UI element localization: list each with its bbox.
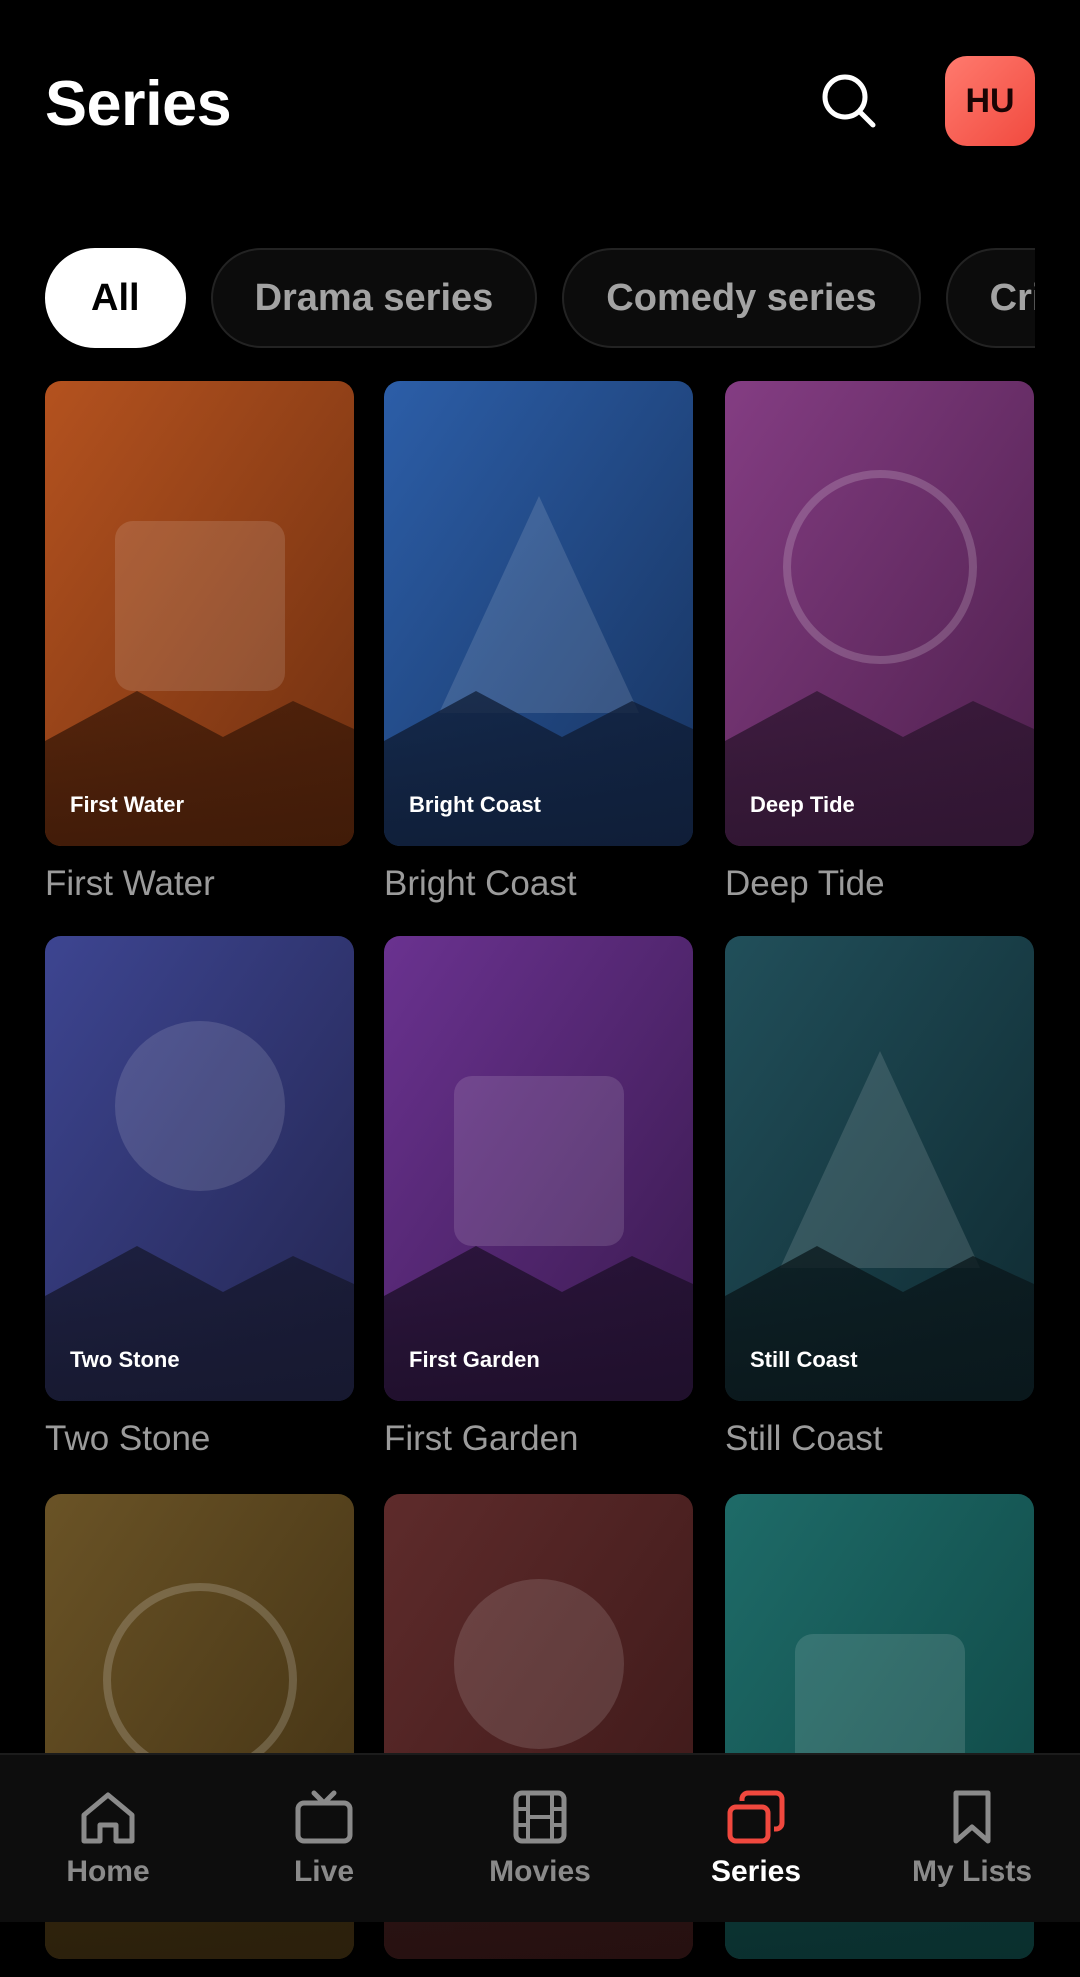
avatar[interactable]: HU <box>945 56 1035 146</box>
series-card[interactable]: Two Stone Two Stone <box>45 936 354 1459</box>
poster-title: Two Stone <box>70 1347 180 1372</box>
chip-crime[interactable]: Crime series <box>945 248 1035 348</box>
tab-label: Series <box>710 1855 802 1888</box>
series-card[interactable]: Still Coast Still Coast <box>725 936 1034 1459</box>
tab-my-lists[interactable]: My Lists <box>864 1755 1080 1922</box>
series-title: Still Coast <box>725 1419 883 1458</box>
tab-movies[interactable]: Movies <box>432 1755 648 1922</box>
header: Series HU <box>0 0 1080 210</box>
search-icon <box>822 74 876 128</box>
category-chips: All Drama series Comedy series Crime ser… <box>45 248 1035 352</box>
series-poster: Two Stone <box>45 936 354 1401</box>
poster-title: Still Coast <box>750 1347 858 1372</box>
series-card[interactable]: First Water First Water <box>45 381 354 904</box>
bottom-nav: Home Live Movies Series My Lists <box>0 1753 1080 1922</box>
search-button[interactable] <box>818 70 882 134</box>
tab-series[interactable]: Series <box>648 1755 864 1922</box>
tab-label: Live <box>293 1855 355 1888</box>
home-icon <box>81 1792 135 1844</box>
tv-icon <box>295 1790 353 1844</box>
poster-title: Bright Coast <box>409 792 541 817</box>
film-icon <box>513 1790 567 1844</box>
tab-live[interactable]: Live <box>216 1755 432 1922</box>
series-title: Two Stone <box>45 1419 211 1458</box>
chip-drama[interactable]: Drama series <box>210 248 538 348</box>
series-icon <box>727 1790 785 1844</box>
chip-comedy[interactable]: Comedy series <box>562 248 921 348</box>
series-poster: First Garden <box>384 936 693 1401</box>
series-title: Deep Tide <box>725 864 885 903</box>
bookmark-icon <box>953 1790 991 1844</box>
chip-all[interactable]: All <box>45 248 186 348</box>
poster-title: First Garden <box>409 1347 540 1372</box>
series-poster: Bright Coast <box>384 381 693 846</box>
tab-home[interactable]: Home <box>0 1755 216 1922</box>
poster-title: Deep Tide <box>750 792 855 817</box>
series-card[interactable]: First Garden First Garden <box>384 936 693 1459</box>
series-title: Bright Coast <box>384 864 577 903</box>
series-title: First Garden <box>384 1419 579 1458</box>
page-title: Series <box>45 69 232 139</box>
series-poster: Still Coast <box>725 936 1034 1401</box>
series-title: First Water <box>45 864 215 903</box>
series-poster: Deep Tide <box>725 381 1034 846</box>
tab-label: My Lists <box>911 1855 1033 1888</box>
series-poster: First Water <box>45 381 354 846</box>
tab-label: Movies <box>489 1855 591 1888</box>
poster-title: First Water <box>70 792 185 817</box>
series-card[interactable]: Deep Tide Deep Tide <box>725 381 1034 904</box>
tab-label: Home <box>66 1855 150 1888</box>
series-card[interactable]: Bright Coast Bright Coast <box>384 381 693 904</box>
